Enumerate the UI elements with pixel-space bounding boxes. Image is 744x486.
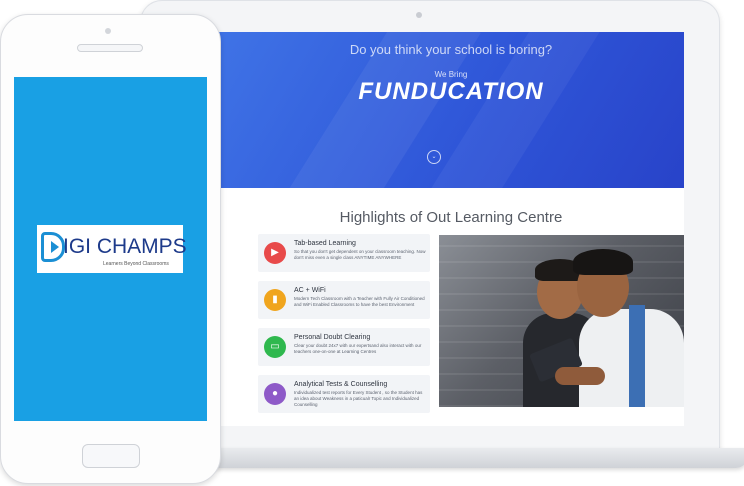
feature-item-ac-wifi[interactable]: ▮ AC + WiFi Modern Tech Classroom with a…: [258, 281, 430, 319]
user-icon: ●: [264, 383, 286, 405]
phone-screen: IGI CHAMPS Learners Beyond Classrooms: [14, 77, 207, 421]
feature-item-analytical-tests[interactable]: ● Analytical Tests & Counselling Individ…: [258, 375, 430, 413]
laptop-screen: Do you think your school is boring? We B…: [218, 32, 684, 426]
bar-chart-icon: ▮: [264, 289, 286, 311]
phone-frame: IGI CHAMPS Learners Beyond Classrooms: [0, 14, 221, 484]
video-camera-icon: ▶: [264, 242, 286, 264]
feature-description: Modern Tech Classroom with a Teacher wit…: [294, 296, 425, 307]
feature-title: Tab-based Learning: [294, 240, 356, 247]
hero-title: FUNDUCATION: [358, 78, 544, 105]
feature-description: So that you don't get dependent on your …: [294, 249, 426, 260]
feature-title: Analytical Tests & Counselling: [294, 381, 388, 388]
feature-description: Clear your doubt 24x7 with our expertsan…: [294, 343, 422, 354]
feature-item-doubt-clearing[interactable]: ▭ Personal Doubt Clearing Clear your dou…: [258, 328, 430, 366]
phone-camera: [105, 28, 111, 34]
logo-text: IGI CHAMPS: [63, 235, 187, 258]
feature-title: AC + WiFi: [294, 287, 326, 294]
feature-description: Individualized test reports for Every St…: [294, 390, 423, 407]
feature-list: ▶ Tab-based Learning So that you don't g…: [258, 234, 430, 422]
laptop-base: [200, 448, 744, 468]
monitor-icon: ▭: [264, 336, 286, 358]
hero-question: Do you think your school is boring?: [349, 42, 553, 57]
chevron-down-circle-icon[interactable]: ⌄: [427, 150, 441, 164]
students-with-tablet-photo: [439, 235, 684, 407]
feature-item-tab-based-learning[interactable]: ▶ Tab-based Learning So that you don't g…: [258, 234, 430, 272]
phone-speaker: [77, 44, 143, 52]
hero-banner: Do you think your school is boring? We B…: [218, 32, 684, 188]
digi-champs-logo: IGI CHAMPS Learners Beyond Classrooms: [37, 225, 187, 273]
feature-title: Personal Doubt Clearing: [294, 334, 371, 341]
phone-home-button[interactable]: [82, 444, 140, 468]
play-logo-icon: [41, 232, 65, 262]
highlights-title: Highlights of Out Learning Centre: [339, 209, 563, 226]
laptop-camera: [416, 12, 422, 18]
logo-tagline: Learners Beyond Classrooms: [103, 261, 169, 267]
